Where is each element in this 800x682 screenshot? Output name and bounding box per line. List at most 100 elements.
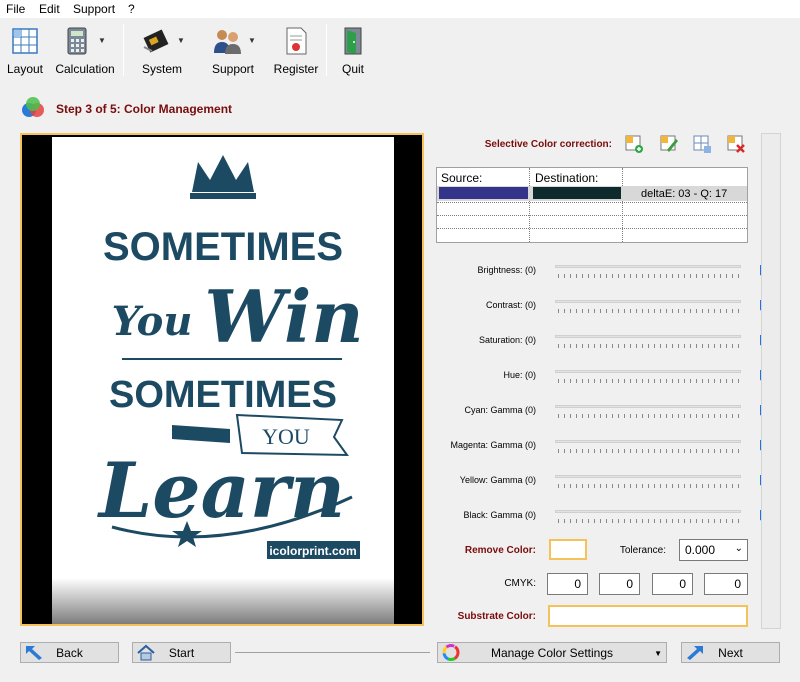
- slider-ticks: [558, 344, 740, 348]
- color-correction-table: Source: Destination: deltaE: 03 - Q: 17: [436, 167, 748, 243]
- saturation-slider[interactable]: Saturation: (0): [440, 331, 770, 355]
- destination-header: Destination:: [535, 171, 599, 185]
- hue-slider[interactable]: Hue: (0): [440, 366, 770, 390]
- destination-swatch: [533, 187, 621, 199]
- slider-label: Saturation: (0): [478, 335, 536, 345]
- cyan-gamma-slider[interactable]: Cyan: Gamma (0): [440, 401, 770, 425]
- next-label: Next: [718, 646, 743, 660]
- manage-color-settings-label: Manage Color Settings: [490, 646, 614, 660]
- slider-ticks: [558, 274, 740, 278]
- menu-bar: File Edit Support ?: [0, 0, 800, 18]
- slider-track: [555, 335, 770, 349]
- poster-line-sometimes: SOMETIMES: [103, 225, 343, 269]
- toolbar-separator: [326, 24, 327, 76]
- support-label: Support: [211, 62, 255, 76]
- slider-track: [555, 440, 770, 454]
- cmyk-y-field[interactable]: 0: [652, 573, 693, 595]
- poster-line-win: Win: [204, 274, 363, 359]
- slider-track: [555, 300, 770, 314]
- back-label: Back: [56, 646, 83, 660]
- substrate-color-swatch[interactable]: [548, 605, 748, 627]
- tolerance-label: Tolerance:: [619, 545, 666, 556]
- slider-ticks: [558, 484, 740, 488]
- slider-ticks: [558, 414, 740, 418]
- menu-support[interactable]: Support: [73, 2, 115, 16]
- slider-label: Magenta: Gamma (0): [450, 440, 536, 450]
- step-title: Step 3 of 5: Color Management: [56, 102, 233, 116]
- menu-help[interactable]: ?: [128, 2, 135, 16]
- slider-track: [555, 265, 770, 279]
- reflection-fade: [52, 578, 394, 624]
- magenta-gamma-slider[interactable]: Magenta: Gamma (0): [440, 436, 770, 460]
- selective-color-title: Selective Color correction:: [484, 139, 612, 150]
- divider-line: [235, 652, 430, 653]
- next-button[interactable]: Next: [681, 642, 780, 663]
- poster-line-you: You: [112, 298, 193, 345]
- black-gamma-slider[interactable]: Black: Gamma (0): [440, 506, 770, 530]
- substrate-color-label: Substrate Color:: [457, 611, 536, 622]
- slider-label: Contrast: (0): [485, 300, 536, 310]
- layout-button[interactable]: Layout: [4, 22, 46, 78]
- yellow-gamma-slider[interactable]: Yellow: Gamma (0): [440, 471, 770, 495]
- slider-track: [555, 475, 770, 489]
- delete-grid-icon[interactable]: [726, 134, 746, 154]
- toolbar-separator: [123, 24, 124, 76]
- slider-ticks: [558, 309, 740, 313]
- table-row-divider: [437, 228, 747, 229]
- poster-image: SOMETIMES You Win SOMETIMES YOU Learn ic…: [52, 137, 394, 624]
- calculation-button[interactable]: ▼ Calculation: [52, 22, 118, 78]
- exit-door-icon: [344, 27, 362, 55]
- certificate-icon: [286, 27, 307, 55]
- register-label: Register: [273, 62, 319, 76]
- chevron-down-icon: ⌄: [734, 543, 743, 554]
- manage-color-settings-button[interactable]: Manage Color Settings ▼: [437, 642, 667, 663]
- system-label: System: [141, 62, 182, 76]
- poster-line-learn: Learn: [97, 446, 345, 535]
- add-grid-icon[interactable]: [624, 134, 644, 154]
- poster-brand: icolorprint.com: [269, 544, 356, 558]
- slider-label: Yellow: Gamma (0): [459, 475, 536, 485]
- support-button[interactable]: ▼ Support: [206, 22, 260, 78]
- cmyk-k-field[interactable]: 0: [704, 573, 748, 595]
- column-divider: [622, 168, 623, 242]
- slider-ticks: [558, 519, 740, 523]
- image-preview[interactable]: SOMETIMES You Win SOMETIMES YOU Learn ic…: [20, 133, 424, 626]
- calculation-label: Calculation: [55, 62, 115, 76]
- contrast-slider[interactable]: Contrast: (0): [440, 296, 770, 320]
- menu-file[interactable]: File: [6, 2, 25, 16]
- table-row-divider: [437, 215, 747, 216]
- slider-track: [555, 510, 770, 524]
- source-swatch: [439, 187, 528, 199]
- delta-info: deltaE: 03 - Q: 17: [641, 188, 728, 200]
- layout-icon: [12, 28, 38, 54]
- slider-label: Brightness: (0): [477, 265, 536, 275]
- cmyk-m-field[interactable]: 0: [599, 573, 640, 595]
- edit-grid-icon[interactable]: [659, 134, 679, 154]
- poster-line-sometimes-2: SOMETIMES: [109, 374, 337, 416]
- chevron-down-icon: ▼: [248, 36, 256, 45]
- table-row-divider: [437, 202, 747, 203]
- chevron-down-icon: ▼: [98, 36, 106, 45]
- register-button[interactable]: Register: [272, 22, 320, 78]
- menu-edit[interactable]: Edit: [39, 2, 60, 16]
- chevron-down-icon: ▼: [654, 649, 662, 658]
- system-button[interactable]: ▼ System: [136, 22, 188, 78]
- slider-label: Black: Gamma (0): [463, 510, 536, 520]
- chip-icon: [143, 29, 169, 53]
- toolbar: Layout ▼ Calculation ▼ System ▼ Support: [0, 18, 800, 80]
- brightness-slider[interactable]: Brightness: (0): [440, 261, 770, 285]
- quit-button[interactable]: Quit: [336, 22, 370, 78]
- table-row[interactable]: deltaE: 03 - Q: 17: [437, 186, 747, 201]
- chevron-down-icon: ▼: [177, 36, 185, 45]
- column-divider: [529, 168, 530, 242]
- start-button[interactable]: Start: [132, 642, 231, 663]
- pointing-hand-icon: [172, 425, 230, 443]
- remove-color-label: Remove Color:: [464, 545, 536, 556]
- tolerance-select[interactable]: 0.000 ⌄: [679, 539, 748, 561]
- back-button[interactable]: Back: [20, 642, 119, 663]
- slider-label: Hue: (0): [503, 370, 536, 380]
- vertical-scrollbar[interactable]: [761, 133, 781, 629]
- remove-color-swatch[interactable]: [549, 539, 587, 560]
- grid-settings-icon[interactable]: [692, 134, 712, 154]
- cmyk-c-field[interactable]: 0: [547, 573, 588, 595]
